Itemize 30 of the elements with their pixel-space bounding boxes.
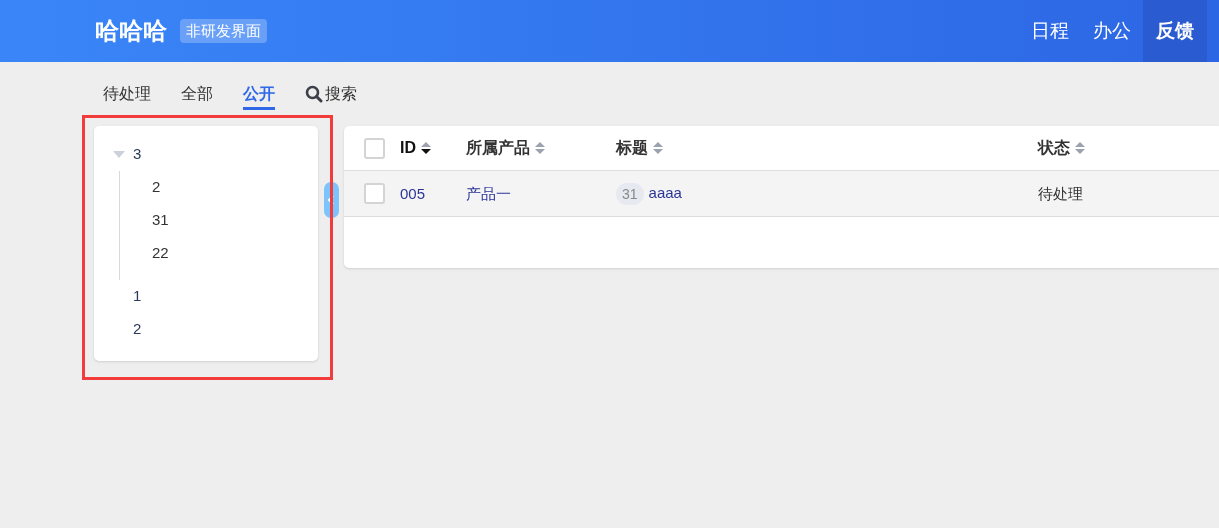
title-link[interactable]: aaaa: [648, 182, 682, 205]
filter-tab[interactable]: 待处理: [103, 82, 151, 110]
caret-down-icon[interactable]: [113, 150, 125, 159]
column-header[interactable]: 标题: [616, 136, 648, 160]
nav-tab[interactable]: 办公: [1081, 0, 1143, 62]
nav-tab[interactable]: 日程: [1019, 0, 1081, 62]
tree-item[interactable]: 3: [133, 143, 142, 166]
checkbox[interactable]: [364, 183, 385, 204]
tree-item[interactable]: 1: [133, 285, 142, 308]
tree-item[interactable]: 22: [152, 242, 169, 265]
column-header[interactable]: 所属产品: [466, 136, 530, 160]
search-icon: [305, 85, 323, 103]
column-header[interactable]: 状态: [1038, 136, 1070, 160]
product-link[interactable]: 产品一: [466, 184, 511, 202]
checkbox[interactable]: [364, 137, 385, 159]
tree-item[interactable]: 2: [133, 318, 142, 341]
filter-tab[interactable]: 全部: [181, 82, 213, 110]
count-badge: 31: [616, 182, 644, 205]
tree-item[interactable]: 2: [152, 176, 161, 199]
sort-icon[interactable]: [420, 140, 432, 156]
filter-tab[interactable]: 公开: [243, 82, 275, 110]
search-button[interactable]: 搜索: [305, 82, 357, 110]
mode-badge: 非研发界面: [180, 18, 267, 44]
table-cell: 待处理: [1038, 184, 1083, 202]
column-header[interactable]: ID: [400, 136, 416, 160]
app-title: 哈哈哈: [95, 16, 167, 46]
chevron-left-icon: [328, 195, 334, 205]
nav-tab[interactable]: 反馈: [1143, 0, 1207, 62]
id-link[interactable]: 005: [400, 184, 426, 202]
tree-item[interactable]: 31: [152, 209, 169, 232]
